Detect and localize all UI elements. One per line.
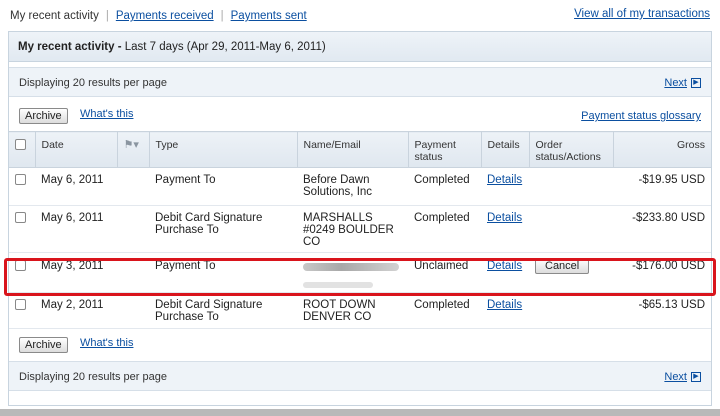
tab-separator: |	[220, 10, 224, 22]
column-header-flag[interactable]: ⚑▾	[117, 131, 150, 168]
next-page-control-bottom[interactable]: Next ▶	[664, 371, 701, 383]
row-name: ROOT DOWN DENVER CO	[297, 292, 408, 329]
tab-payments-received[interactable]: Payments received	[116, 10, 214, 22]
archive-button[interactable]: Archive	[19, 108, 68, 124]
table-row: May 6, 2011 Payment To Before Dawn Solut…	[9, 167, 711, 206]
select-all-header[interactable]	[9, 131, 36, 168]
row-gross: -$176.00 USD	[613, 252, 711, 293]
payment-status-glossary-link[interactable]: Payment status glossary	[581, 110, 701, 122]
tab-separator: |	[105, 10, 109, 22]
row-details-link[interactable]: Details	[487, 174, 522, 186]
next-arrow-icon[interactable]: ▶	[691, 78, 701, 88]
row-action	[529, 167, 613, 206]
row-select[interactable]	[9, 252, 35, 293]
row-details-cell: Details	[481, 205, 529, 253]
table-row: May 6, 2011 Debit Card Signature Purchas…	[9, 205, 711, 253]
column-header-date[interactable]: Date	[35, 131, 118, 168]
pagination-bar-bottom: Displaying 20 results per page Next ▶	[9, 361, 711, 391]
row-details-link[interactable]: Details	[487, 212, 522, 224]
row-checkbox[interactable]	[15, 299, 26, 310]
row-select[interactable]	[9, 205, 35, 253]
archive-button-bottom[interactable]: Archive	[19, 337, 68, 353]
row-action	[529, 292, 613, 329]
actions-bar-bottom: Archive What's this	[9, 329, 711, 361]
next-arrow-icon[interactable]: ▶	[691, 372, 701, 382]
column-header-gross: Gross	[613, 131, 711, 168]
row-action	[529, 205, 613, 253]
column-header-name-email: Name/Email	[297, 131, 409, 168]
view-all-transactions-link[interactable]: View all of my transactions	[574, 8, 710, 20]
recent-activity-panel: My recent activity - Last 7 days (Apr 29…	[8, 31, 712, 406]
activity-tabs: My recent activity | Payments received |…	[10, 8, 307, 24]
column-header-type: Type	[149, 131, 298, 168]
row-action: Cancel	[529, 252, 613, 293]
redacted-email-line	[303, 282, 373, 288]
row-type: Payment To	[149, 252, 297, 293]
row-name: Before Dawn Solutions, Inc	[297, 167, 408, 206]
flag-icon[interactable]: ⚑▾	[124, 139, 139, 151]
actions-bar-top: Archive What's this Payment status gloss…	[9, 97, 711, 131]
results-per-page-text: Displaying 20 results per page	[19, 77, 167, 89]
row-name-redacted	[297, 252, 408, 293]
panel-date-range: Last 7 days (Apr 29, 2011-May 6, 2011)	[124, 41, 326, 53]
bottom-divider	[0, 409, 720, 416]
next-page-control[interactable]: Next ▶	[664, 77, 701, 89]
panel-title-label: My recent activity -	[18, 41, 122, 53]
row-details-cell: Details	[481, 252, 529, 293]
activity-table: Date ⚑▾ Type Name/Email Payment status D…	[9, 131, 711, 329]
column-header-order-status: Order status/Actions	[529, 131, 614, 168]
row-details-link[interactable]: Details	[487, 260, 522, 272]
next-page-link[interactable]: Next	[664, 77, 687, 89]
table-row: May 2, 2011 Debit Card Signature Purchas…	[9, 292, 711, 329]
row-select[interactable]	[9, 167, 35, 206]
row-details-link[interactable]: Details	[487, 299, 522, 311]
row-gross: -$65.13 USD	[613, 292, 711, 329]
column-header-details: Details	[481, 131, 530, 168]
row-type: Debit Card Signature Purchase To	[149, 292, 297, 329]
row-status: Unclaimed	[408, 252, 481, 293]
column-header-payment-status: Payment status	[408, 131, 482, 168]
row-gross: -$19.95 USD	[613, 167, 711, 206]
row-type: Debit Card Signature Purchase To	[149, 205, 297, 253]
table-row-unclaimed: May 3, 2011 Payment To Unclaimed Details…	[9, 252, 711, 293]
panel-title: My recent activity - Last 7 days (Apr 29…	[9, 32, 711, 62]
table-header-row: Date ⚑▾ Type Name/Email Payment status D…	[9, 131, 711, 168]
row-type: Payment To	[149, 167, 297, 206]
whats-this-link[interactable]: What's this	[80, 108, 133, 120]
row-date: May 6, 2011	[35, 205, 149, 253]
row-status: Completed	[408, 292, 481, 329]
select-all-checkbox[interactable]	[15, 139, 26, 150]
tab-payments-sent[interactable]: Payments sent	[231, 10, 307, 22]
next-page-link-bottom[interactable]: Next	[664, 371, 687, 383]
row-date: May 2, 2011	[35, 292, 149, 329]
row-details-cell: Details	[481, 167, 529, 206]
pagination-bar-top: Displaying 20 results per page Next ▶	[9, 67, 711, 97]
row-gross: -$233.80 USD	[613, 205, 711, 253]
redacted-email	[303, 263, 399, 271]
row-checkbox[interactable]	[15, 174, 26, 185]
row-select[interactable]	[9, 292, 35, 329]
row-details-cell: Details	[481, 292, 529, 329]
row-checkbox[interactable]	[15, 260, 26, 271]
results-per-page-text-bottom: Displaying 20 results per page	[19, 371, 167, 383]
whats-this-link-bottom[interactable]: What's this	[80, 337, 133, 349]
row-checkbox[interactable]	[15, 212, 26, 223]
tab-my-recent-activity: My recent activity	[10, 10, 99, 22]
row-status: Completed	[408, 167, 481, 206]
cancel-payment-button[interactable]: Cancel	[535, 258, 590, 274]
row-date: May 3, 2011	[35, 252, 149, 293]
row-name: MARSHALLS #0249 BOULDER CO	[297, 205, 408, 253]
row-status: Completed	[408, 205, 481, 253]
row-date: May 6, 2011	[35, 167, 149, 206]
